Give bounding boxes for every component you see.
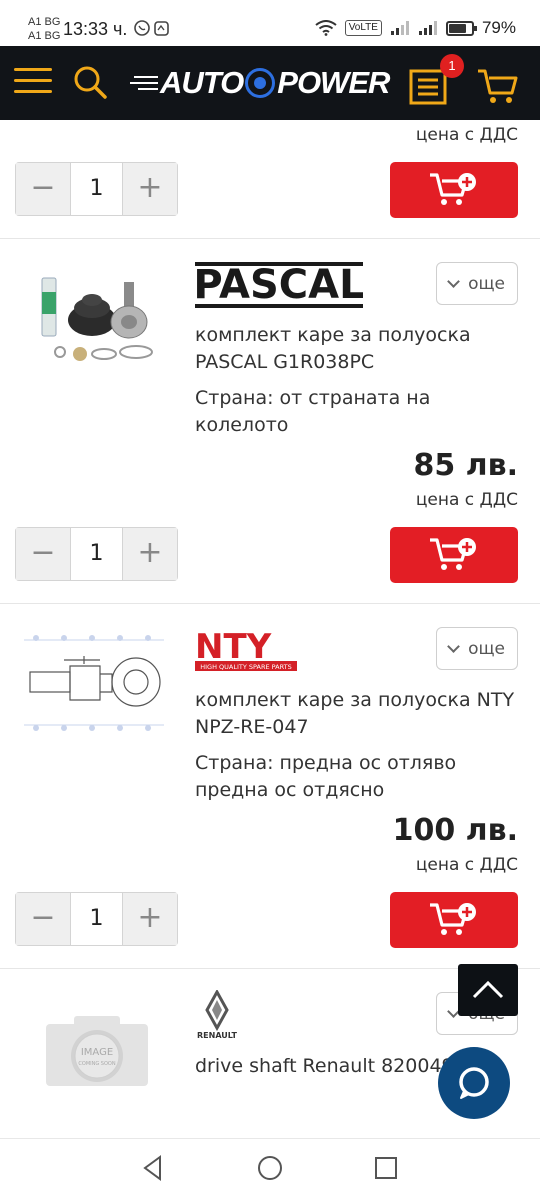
image-coming-soon-placeholder[interactable]: IMAGE COMING SOON — [44, 1010, 150, 1090]
product-side: Страна: предна ос отляво предна ос отдяс… — [195, 752, 457, 801]
home-icon[interactable] — [256, 1154, 284, 1182]
pascal-logo: PASCAL — [193, 262, 365, 308]
clock: 13:33 ч. — [63, 19, 128, 39]
renault-logo-text: RENAULT — [197, 1031, 238, 1040]
decrease-button[interactable]: − — [16, 528, 70, 580]
vat-label: цена с ДДС — [415, 855, 518, 875]
vat-label: цена с ДДС — [415, 490, 518, 510]
product-image[interactable] — [24, 630, 164, 740]
quantity-stepper[interactable]: − 1 + — [15, 527, 178, 581]
battery-fill — [448, 23, 467, 33]
add-to-cart-button[interactable] — [390, 162, 518, 218]
system-nav-bar — [0, 1138, 540, 1194]
battery-percent: 79% — [481, 18, 516, 37]
decrease-button[interactable]: − — [16, 893, 70, 945]
nty-logo: NTY HIGH QUALITY SPARE PARTS — [195, 627, 297, 671]
status-right: VoLTE 79% — [315, 18, 516, 38]
signal-icon — [390, 21, 409, 35]
divider — [0, 238, 540, 239]
brand-logo-pascal: PASCAL — [193, 262, 365, 312]
more-label: още — [468, 638, 505, 659]
increase-button[interactable]: + — [123, 893, 177, 945]
search-icon[interactable] — [72, 64, 108, 100]
cart-plus-icon — [430, 173, 476, 205]
chat-button[interactable] — [438, 1047, 510, 1119]
app-header: AUTO POWER 1 — [0, 46, 540, 120]
product-side: Страна: от страната на колелото — [195, 387, 431, 436]
status-bar: A1 BG A1 BG 13:33 ч. VoLTE 79% — [0, 0, 540, 46]
quantity-input[interactable]: 1 — [70, 163, 123, 215]
add-to-cart-button[interactable] — [390, 892, 518, 948]
quantity-input[interactable]: 1 — [70, 528, 123, 580]
more-label: още — [468, 273, 505, 294]
notification-icons — [133, 19, 173, 40]
nty-tagline: HIGH QUALITY SPARE PARTS — [200, 663, 292, 671]
decrease-button[interactable]: − — [16, 163, 70, 215]
logo[interactable]: AUTO POWER — [130, 65, 390, 100]
divider — [0, 603, 540, 604]
product-price: 85 лв. — [413, 448, 518, 483]
increase-button[interactable]: + — [123, 528, 177, 580]
cart-plus-icon — [430, 903, 476, 935]
increase-button[interactable]: + — [123, 163, 177, 215]
list-count-badge: 1 — [440, 54, 464, 78]
carrier-1: A1 BG — [28, 16, 61, 28]
chevron-down-icon — [447, 274, 460, 288]
product-image[interactable] — [24, 260, 164, 370]
carrier-2: A1 BG — [28, 30, 61, 42]
logo-text-right: POWER — [277, 65, 390, 100]
cart-icon[interactable] — [476, 66, 520, 106]
brand-logo-nty: NTY HIGH QUALITY SPARE PARTS — [195, 627, 297, 678]
battery-icon — [445, 20, 477, 36]
recents-icon[interactable] — [372, 1154, 400, 1182]
menu-icon[interactable] — [14, 68, 52, 96]
back-icon[interactable] — [140, 1154, 168, 1182]
logo-speed-lines-icon — [130, 76, 158, 90]
add-to-cart-button[interactable] — [390, 527, 518, 583]
scroll-to-top-button[interactable] — [458, 964, 518, 1016]
placeholder-text-2: COMING SOON — [78, 1061, 115, 1067]
brand-logo-renault: RENAULT — [195, 988, 245, 1044]
placeholder-text-1: IMAGE — [81, 1047, 113, 1058]
renault-logo: RENAULT — [197, 988, 238, 1040]
signal-icon-2 — [418, 21, 437, 35]
product-price: 100 лв. — [392, 813, 518, 848]
carrier-label: A1 BG A1 BG — [28, 15, 60, 43]
pascal-logo-text: PASCAL — [195, 262, 363, 308]
more-button[interactable]: още — [436, 262, 518, 305]
more-button[interactable]: още — [436, 627, 518, 670]
product-name[interactable]: комплект каре за полуоска PASCAL G1R038P… — [195, 322, 525, 376]
volte-badge: VoLTE — [344, 20, 382, 36]
cart-plus-icon — [430, 538, 476, 570]
product-name[interactable]: комплект каре за полуоска NTY NPZ-RE-047 — [195, 687, 525, 741]
logo-text-left: AUTO — [160, 65, 244, 100]
wifi-icon — [315, 20, 337, 36]
chevron-down-icon — [447, 639, 460, 653]
quantity-stepper[interactable]: − 1 + — [15, 162, 178, 216]
quantity-input[interactable]: 1 — [70, 893, 123, 945]
viber-icon — [134, 20, 169, 36]
chevron-up-icon — [472, 980, 504, 999]
quantity-stepper[interactable]: − 1 + — [15, 892, 178, 946]
vat-label: цена с ДДС — [415, 125, 518, 145]
chat-bubble-icon — [459, 1067, 489, 1099]
logo-wheel-icon — [245, 68, 276, 98]
